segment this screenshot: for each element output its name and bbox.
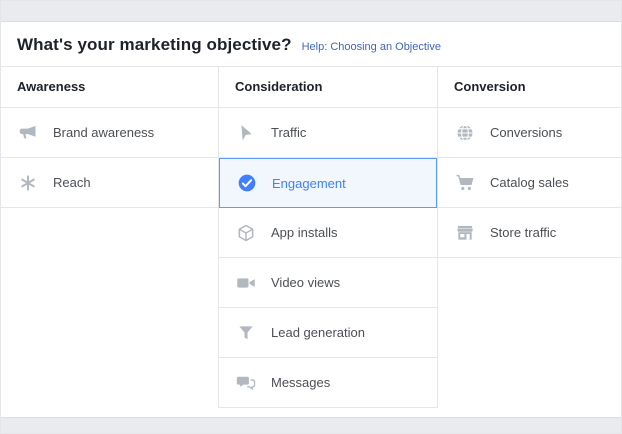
- funnel-icon: [235, 322, 257, 344]
- objective-messages[interactable]: Messages: [219, 358, 437, 408]
- objective-label: Catalog sales: [490, 175, 569, 190]
- cursor-icon: [235, 122, 257, 144]
- objective-app-installs[interactable]: App installs: [219, 208, 437, 258]
- globe-icon: [454, 122, 476, 144]
- column-consideration: Consideration Traffic Engagement App ins…: [218, 67, 437, 408]
- cube-icon: [235, 222, 257, 244]
- objective-catalog-sales[interactable]: Catalog sales: [438, 158, 621, 208]
- column-header-consideration: Consideration: [219, 67, 437, 108]
- objective-conversions[interactable]: Conversions: [438, 108, 621, 158]
- objective-brand-awareness[interactable]: Brand awareness: [1, 108, 218, 158]
- window-bottom-bar: [1, 417, 621, 433]
- column-header-awareness: Awareness: [1, 67, 218, 108]
- check-circle-icon: [236, 172, 258, 194]
- column-conversion: Conversion Conversions Catalog sales Sto…: [437, 67, 621, 408]
- objective-store-traffic[interactable]: Store traffic: [438, 208, 621, 258]
- cart-icon: [454, 172, 476, 194]
- objective-label: Engagement: [272, 176, 346, 191]
- objective-label: App installs: [271, 225, 337, 240]
- window-top-bar: [1, 1, 621, 22]
- objective-engagement[interactable]: Engagement: [219, 158, 437, 208]
- page-title: What's your marketing objective?: [17, 35, 292, 55]
- objective-label: Traffic: [271, 125, 306, 140]
- objective-label: Brand awareness: [53, 125, 154, 140]
- objective-lead-generation[interactable]: Lead generation: [219, 308, 437, 358]
- objective-traffic[interactable]: Traffic: [219, 108, 437, 158]
- megaphone-icon: [17, 122, 39, 144]
- video-camera-icon: [235, 272, 257, 294]
- objective-reach[interactable]: Reach: [1, 158, 218, 208]
- objective-selection-screen: What's your marketing objective? Help: C…: [0, 0, 622, 434]
- objective-label: Lead generation: [271, 325, 365, 340]
- objective-label: Store traffic: [490, 225, 556, 240]
- help-link[interactable]: Help: Choosing an Objective: [302, 41, 441, 53]
- column-awareness: Awareness Brand awareness Reach: [1, 67, 218, 408]
- reach-icon: [17, 172, 39, 194]
- content-spacer: [1, 408, 621, 417]
- storefront-icon: [454, 222, 476, 244]
- objective-label: Conversions: [490, 125, 562, 140]
- objective-label: Messages: [271, 375, 330, 390]
- objective-label: Reach: [53, 175, 91, 190]
- title-row: What's your marketing objective? Help: C…: [1, 22, 621, 66]
- objective-label: Video views: [271, 275, 340, 290]
- objective-video-views[interactable]: Video views: [219, 258, 437, 308]
- column-header-conversion: Conversion: [438, 67, 621, 108]
- objectives-table: Awareness Brand awareness Reach Consider…: [1, 66, 621, 408]
- speech-bubbles-icon: [235, 372, 257, 394]
